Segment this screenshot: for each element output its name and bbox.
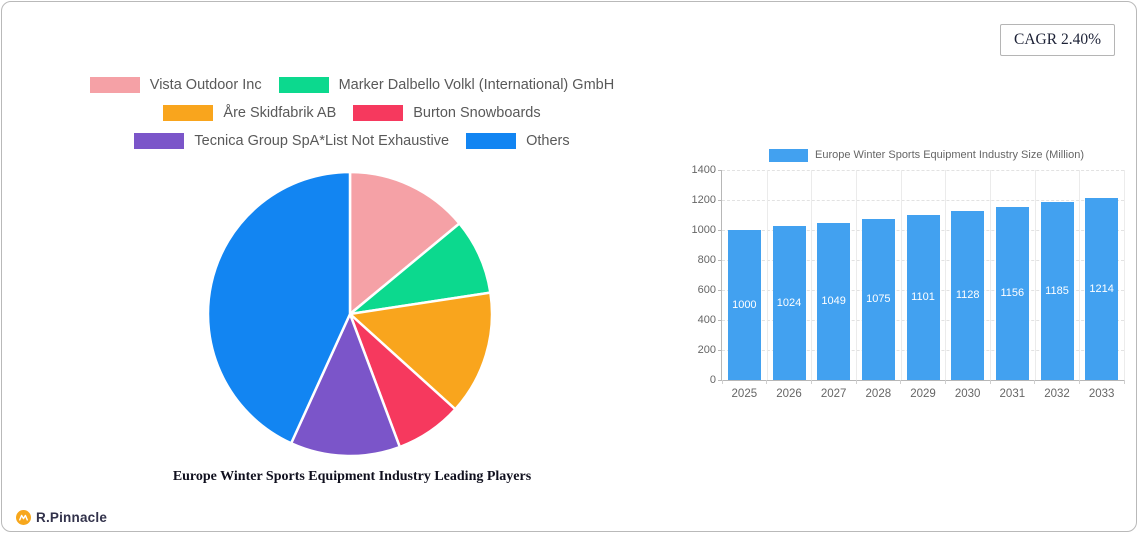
bar-2028: 1075: [862, 219, 895, 380]
legend-item-burton-snowboards[interactable]: Burton Snowboards: [353, 105, 540, 121]
bar-2029: 1101: [907, 215, 940, 380]
gridline-v: [945, 170, 946, 380]
legend-label: Marker Dalbello Volkl (International) Gm…: [339, 77, 615, 93]
cagr-badge-text: CAGR 2.40%: [1014, 31, 1101, 48]
y-axis-tick: [718, 170, 722, 171]
legend-label: Åre Skidfabrik AB: [223, 105, 336, 121]
bar-value-label: 1101: [907, 291, 940, 303]
legend-item-others[interactable]: Others: [466, 133, 570, 149]
bar-value-label: 1214: [1085, 283, 1118, 295]
bar-2027: 1049: [817, 223, 850, 380]
bar-2033: 1214: [1085, 198, 1118, 380]
brand-logo-text: R.Pinnacle: [36, 510, 107, 525]
legend-swatch: [134, 133, 184, 149]
brand-logo-icon: [16, 510, 31, 525]
pie-chart-title: Europe Winter Sports Equipment Industry …: [22, 469, 682, 485]
cagr-badge: CAGR 2.40%: [1000, 24, 1115, 56]
x-axis-label: 2031: [990, 388, 1035, 400]
legend-swatch: [466, 133, 516, 149]
bar-value-label: 1075: [862, 293, 895, 305]
legend-item-vista-outdoor[interactable]: Vista Outdoor Inc: [90, 77, 262, 93]
report-card: CAGR 2.40% Vista Outdoor Inc Marker Dalb…: [1, 1, 1137, 532]
y-axis-tick: [718, 320, 722, 321]
bar-value-label: 1049: [817, 295, 850, 307]
x-axis-tick: [1034, 380, 1035, 384]
x-axis-tick: [1124, 380, 1125, 384]
legend-item-are-skidfabrik[interactable]: Åre Skidfabrik AB: [163, 105, 336, 121]
bar-value-label: 1024: [773, 297, 806, 309]
gridline-v: [811, 170, 812, 380]
gridline-v: [856, 170, 857, 380]
y-axis-label: 1400: [692, 164, 716, 176]
pie-legend-row: Åre Skidfabrik AB Burton Snowboards: [163, 105, 540, 121]
y-axis-label: 200: [698, 344, 716, 356]
bar-legend-label: Europe Winter Sports Equipment Industry …: [815, 149, 1084, 161]
y-axis-label: 1200: [692, 194, 716, 206]
gridline-v: [901, 170, 902, 380]
pie-legend-row: Vista Outdoor Inc Marker Dalbello Volkl …: [90, 77, 614, 93]
y-axis-tick: [718, 260, 722, 261]
bar-legend-swatch: [769, 149, 808, 162]
legend-item-tecnica-group[interactable]: Tecnica Group SpA*List Not Exhaustive: [134, 133, 449, 149]
legend-item-marker-dalbello[interactable]: Marker Dalbello Volkl (International) Gm…: [279, 77, 615, 93]
y-axis-label: 0: [710, 374, 716, 386]
gridline-v: [1035, 170, 1036, 380]
legend-label: Burton Snowboards: [413, 105, 540, 121]
y-axis-label: 400: [698, 314, 716, 326]
legend-swatch: [90, 77, 140, 93]
bar-value-label: 1128: [951, 289, 984, 301]
bar-chart: Europe Winter Sports Equipment Industry …: [702, 148, 1132, 381]
legend-label: Tecnica Group SpA*List Not Exhaustive: [194, 133, 449, 149]
x-axis-label: 2033: [1079, 388, 1124, 400]
x-axis-label: 2030: [945, 388, 990, 400]
x-axis-label: 2025: [722, 388, 767, 400]
gridline-h: [722, 170, 1124, 171]
legend-label: Vista Outdoor Inc: [150, 77, 262, 93]
brand-logo: R.Pinnacle: [16, 510, 107, 525]
bar-plot: 0200400600800100012001400100010241049107…: [721, 170, 1125, 381]
gridline-v: [1079, 170, 1080, 380]
bar-2030: 1128: [951, 211, 984, 380]
x-axis-label: 2028: [856, 388, 901, 400]
x-axis-tick: [722, 380, 723, 384]
x-axis-tick: [900, 380, 901, 384]
x-axis-tick: [811, 380, 812, 384]
legend-swatch: [353, 105, 403, 121]
legend-swatch: [163, 105, 213, 121]
bar-2026: 1024: [773, 226, 806, 380]
y-axis-tick: [718, 200, 722, 201]
x-axis-label: 2026: [767, 388, 812, 400]
x-axis-tick: [1079, 380, 1080, 384]
legend-swatch: [279, 77, 329, 93]
bar-value-label: 1156: [996, 287, 1029, 299]
gridline-v: [767, 170, 768, 380]
bar-2032: 1185: [1041, 202, 1074, 380]
y-axis-label: 1000: [692, 224, 716, 236]
bar-chart-legend[interactable]: Europe Winter Sports Equipment Industry …: [721, 148, 1132, 162]
x-axis-tick: [945, 380, 946, 384]
x-axis-tick: [856, 380, 857, 384]
gridline-h: [722, 200, 1124, 201]
bar-2031: 1156: [996, 207, 1029, 380]
x-axis-tick: [990, 380, 991, 384]
y-axis-label: 600: [698, 284, 716, 296]
x-axis-label: 2027: [811, 388, 856, 400]
bar-value-label: 1185: [1041, 285, 1074, 297]
bar-2025: 1000: [728, 230, 761, 380]
y-axis-tick: [718, 350, 722, 351]
y-axis-label: 800: [698, 254, 716, 266]
pie-legend-row: Tecnica Group SpA*List Not Exhaustive Ot…: [134, 133, 569, 149]
y-axis-tick: [718, 290, 722, 291]
pie-legend: Vista Outdoor Inc Marker Dalbello Volkl …: [42, 77, 662, 149]
x-axis-label: 2032: [1035, 388, 1080, 400]
bar-value-label: 1000: [728, 299, 761, 311]
x-axis-label: 2029: [901, 388, 946, 400]
x-axis-tick: [766, 380, 767, 384]
pie-chart: [205, 169, 495, 459]
legend-label: Others: [526, 133, 570, 149]
y-axis-tick: [718, 230, 722, 231]
gridline-v: [990, 170, 991, 380]
